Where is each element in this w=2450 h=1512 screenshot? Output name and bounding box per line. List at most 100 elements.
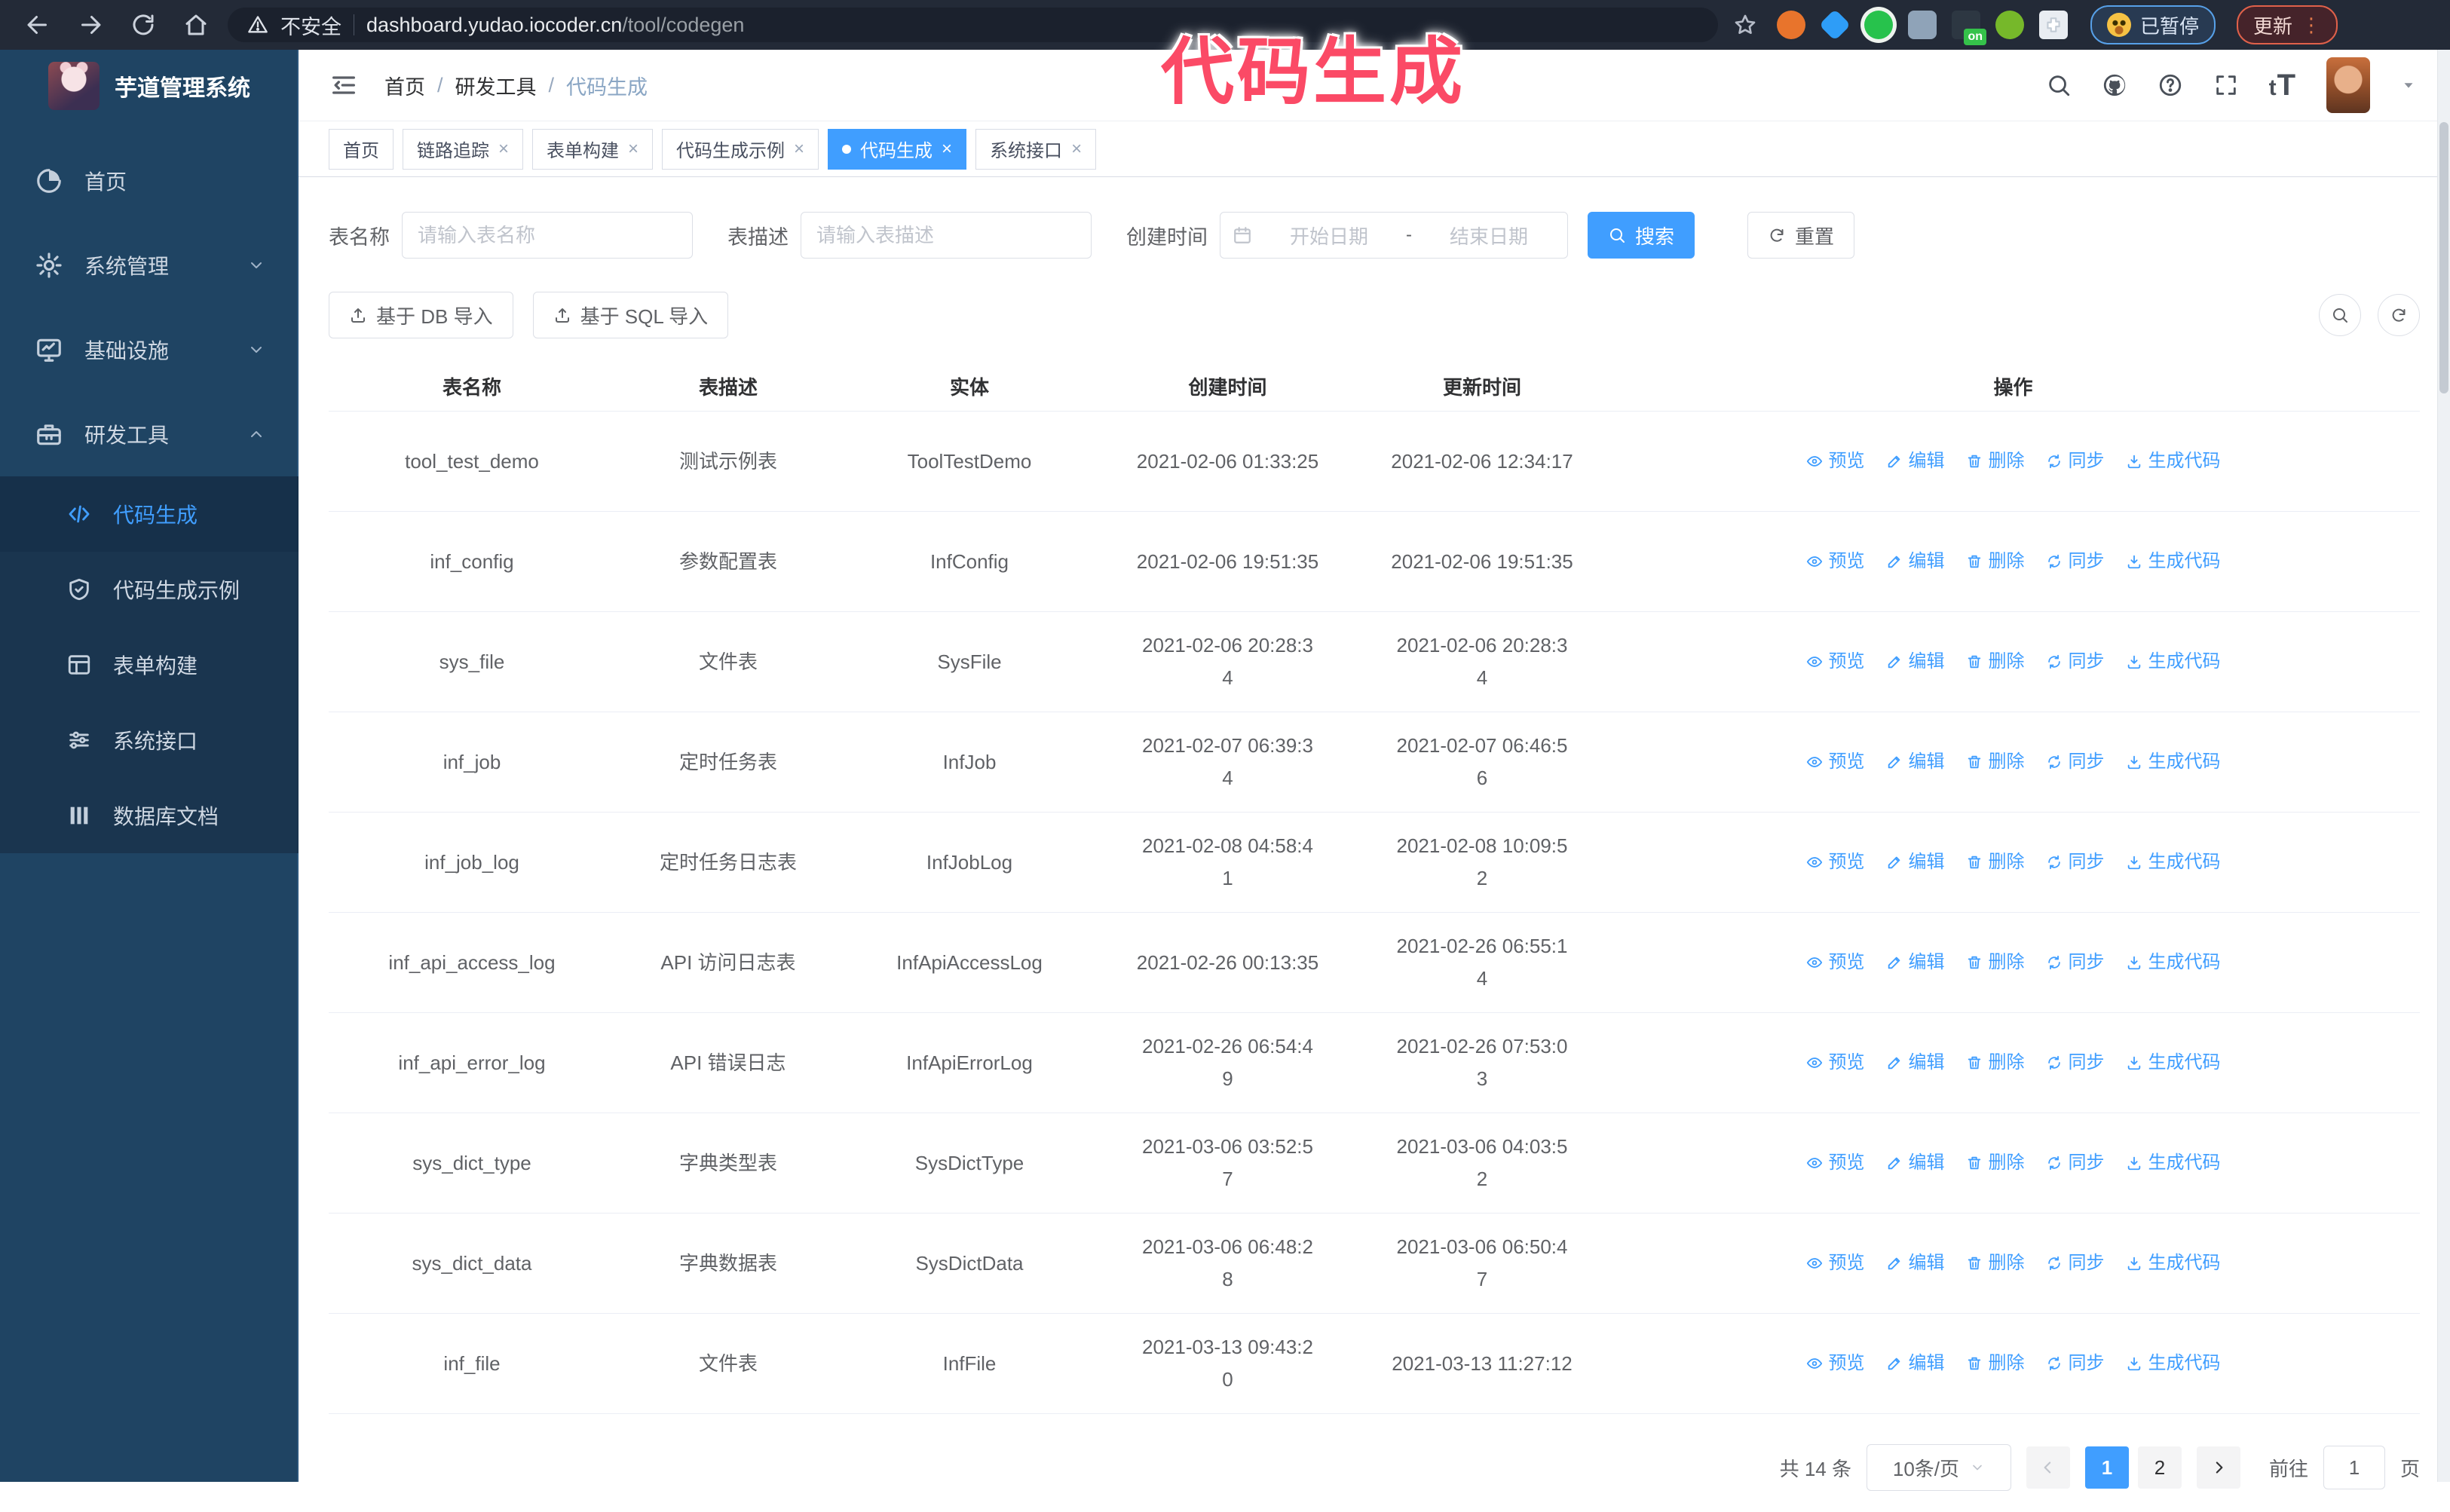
- browser-back-icon[interactable]: [17, 4, 59, 46]
- extensions-puzzle-icon[interactable]: [2039, 11, 2068, 39]
- preview-link[interactable]: 预览: [1806, 747, 1865, 777]
- extension-icon-5[interactable]: on: [1952, 11, 1986, 45]
- sync-link[interactable]: 同步: [2046, 1048, 2105, 1078]
- bookmark-star-icon[interactable]: [1733, 13, 1757, 37]
- sync-link[interactable]: 同步: [2046, 1348, 2105, 1379]
- delete-link[interactable]: 删除: [1966, 1148, 2025, 1178]
- table-name-input[interactable]: [402, 212, 693, 259]
- edit-link[interactable]: 编辑: [1886, 1048, 1945, 1078]
- extension-icon-1[interactable]: [1777, 11, 1805, 39]
- edit-link[interactable]: 编辑: [1886, 847, 1945, 877]
- extension-icon-6[interactable]: [1995, 11, 2024, 39]
- tag-tab-2[interactable]: 链路追踪 ×: [403, 128, 524, 170]
- edit-link[interactable]: 编辑: [1886, 647, 1945, 677]
- browser-update-button[interactable]: 更新 ⋮: [2237, 5, 2338, 44]
- preview-link[interactable]: 预览: [1806, 1148, 1865, 1178]
- generate-code-link[interactable]: 生成代码: [2126, 647, 2221, 677]
- preview-link[interactable]: 预览: [1806, 647, 1865, 677]
- toggle-search-button[interactable]: [2319, 294, 2361, 336]
- generate-code-link[interactable]: 生成代码: [2126, 947, 2221, 978]
- sync-link[interactable]: 同步: [2046, 747, 2105, 777]
- tab-close-icon[interactable]: ×: [1071, 139, 1082, 160]
- refresh-table-button[interactable]: [2378, 294, 2420, 336]
- generate-code-link[interactable]: 生成代码: [2126, 847, 2221, 877]
- generate-code-link[interactable]: 生成代码: [2126, 747, 2221, 777]
- help-icon[interactable]: [2158, 72, 2183, 98]
- tag-tab-4[interactable]: 代码生成示例 ×: [662, 128, 819, 170]
- preview-link[interactable]: 预览: [1806, 847, 1865, 877]
- tag-tab-3[interactable]: 表单构建 ×: [532, 128, 654, 170]
- generate-code-link[interactable]: 生成代码: [2126, 446, 2221, 476]
- edit-link[interactable]: 编辑: [1886, 546, 1945, 577]
- profile-paused-button[interactable]: 已暂停: [2090, 5, 2216, 44]
- delete-link[interactable]: 删除: [1966, 747, 2025, 777]
- delete-link[interactable]: 删除: [1966, 1348, 2025, 1379]
- date-range-picker[interactable]: 开始日期 - 结束日期: [1220, 212, 1568, 259]
- generate-code-link[interactable]: 生成代码: [2126, 546, 2221, 577]
- browser-menu-kebab-icon[interactable]: ⋮: [2301, 14, 2321, 37]
- extension-icon-3[interactable]: [1864, 11, 1893, 39]
- tab-close-icon[interactable]: ×: [628, 139, 639, 160]
- sidebar-collapse-icon[interactable]: [329, 70, 359, 100]
- delete-link[interactable]: 删除: [1966, 1048, 2025, 1078]
- tab-close-icon[interactable]: ×: [942, 139, 952, 160]
- table-desc-input[interactable]: [801, 212, 1092, 259]
- browser-reload-icon[interactable]: [122, 4, 164, 46]
- sidebar-logo-row[interactable]: 芋道管理系统: [0, 50, 299, 122]
- preview-link[interactable]: 预览: [1806, 1348, 1865, 1379]
- prev-page-button[interactable]: [2026, 1446, 2070, 1489]
- edit-link[interactable]: 编辑: [1886, 1148, 1945, 1178]
- sidebar-subitem-code-generation[interactable]: 代码生成: [0, 476, 299, 552]
- delete-link[interactable]: 删除: [1966, 546, 2025, 577]
- browser-scrollbar[interactable]: [2437, 50, 2450, 1482]
- page-button-1[interactable]: 1: [2084, 1446, 2129, 1489]
- browser-forward-icon[interactable]: [69, 4, 112, 46]
- preview-link[interactable]: 预览: [1806, 446, 1865, 476]
- reset-button[interactable]: 重置: [1747, 212, 1855, 259]
- search-button[interactable]: 搜索: [1588, 212, 1695, 259]
- page-button-2[interactable]: 2: [2137, 1446, 2182, 1489]
- generate-code-link[interactable]: 生成代码: [2126, 1348, 2221, 1379]
- sync-link[interactable]: 同步: [2046, 847, 2105, 877]
- sync-link[interactable]: 同步: [2046, 947, 2105, 978]
- goto-page-input[interactable]: [2323, 1446, 2385, 1489]
- delete-link[interactable]: 删除: [1966, 446, 2025, 476]
- avatar-caret-down-icon[interactable]: [2400, 77, 2417, 93]
- sync-link[interactable]: 同步: [2046, 1248, 2105, 1278]
- sidebar-item-system-management[interactable]: 系统管理: [0, 223, 299, 308]
- sync-link[interactable]: 同步: [2046, 546, 2105, 577]
- import-db-button[interactable]: 基于 DB 导入: [329, 292, 513, 338]
- sync-link[interactable]: 同步: [2046, 647, 2105, 677]
- tab-close-icon[interactable]: ×: [498, 139, 509, 160]
- preview-link[interactable]: 预览: [1806, 947, 1865, 978]
- preview-link[interactable]: 预览: [1806, 1248, 1865, 1278]
- edit-link[interactable]: 编辑: [1886, 947, 1945, 978]
- tag-tab-6[interactable]: 系统接口 ×: [975, 128, 1097, 170]
- header-search-icon[interactable]: [2046, 72, 2072, 98]
- sidebar-item-home[interactable]: 首页: [0, 139, 299, 223]
- generate-code-link[interactable]: 生成代码: [2126, 1048, 2221, 1078]
- sidebar-subitem-form-builder[interactable]: 表单构建: [0, 627, 299, 702]
- generate-code-link[interactable]: 生成代码: [2126, 1148, 2221, 1178]
- github-icon[interactable]: [2102, 72, 2127, 98]
- sidebar-item-infrastructure[interactable]: 基础设施: [0, 308, 299, 392]
- extension-icon-2[interactable]: [1818, 8, 1851, 41]
- fullscreen-icon[interactable]: [2213, 72, 2239, 98]
- edit-link[interactable]: 编辑: [1886, 1248, 1945, 1278]
- tag-tab-1[interactable]: 首页: [329, 128, 394, 170]
- delete-link[interactable]: 删除: [1966, 947, 2025, 978]
- delete-link[interactable]: 删除: [1966, 847, 2025, 877]
- delete-link[interactable]: 删除: [1966, 647, 2025, 677]
- preview-link[interactable]: 预览: [1806, 546, 1865, 577]
- sidebar-item-dev-tools[interactable]: 研发工具: [0, 392, 299, 476]
- start-date-placeholder[interactable]: 开始日期: [1263, 222, 1395, 249]
- browser-home-icon[interactable]: [175, 4, 217, 46]
- sidebar-subitem-system-api[interactable]: 系统接口: [0, 702, 299, 778]
- edit-link[interactable]: 编辑: [1886, 446, 1945, 476]
- end-date-placeholder[interactable]: 结束日期: [1423, 222, 1555, 249]
- delete-link[interactable]: 删除: [1966, 1248, 2025, 1278]
- page-size-select[interactable]: 10条/页: [1866, 1444, 2011, 1491]
- address-bar[interactable]: 不安全 dashboard.yudao.iocoder.cn/tool/code…: [228, 8, 1718, 42]
- scrollbar-thumb[interactable]: [2439, 122, 2448, 393]
- user-avatar[interactable]: [2326, 57, 2370, 113]
